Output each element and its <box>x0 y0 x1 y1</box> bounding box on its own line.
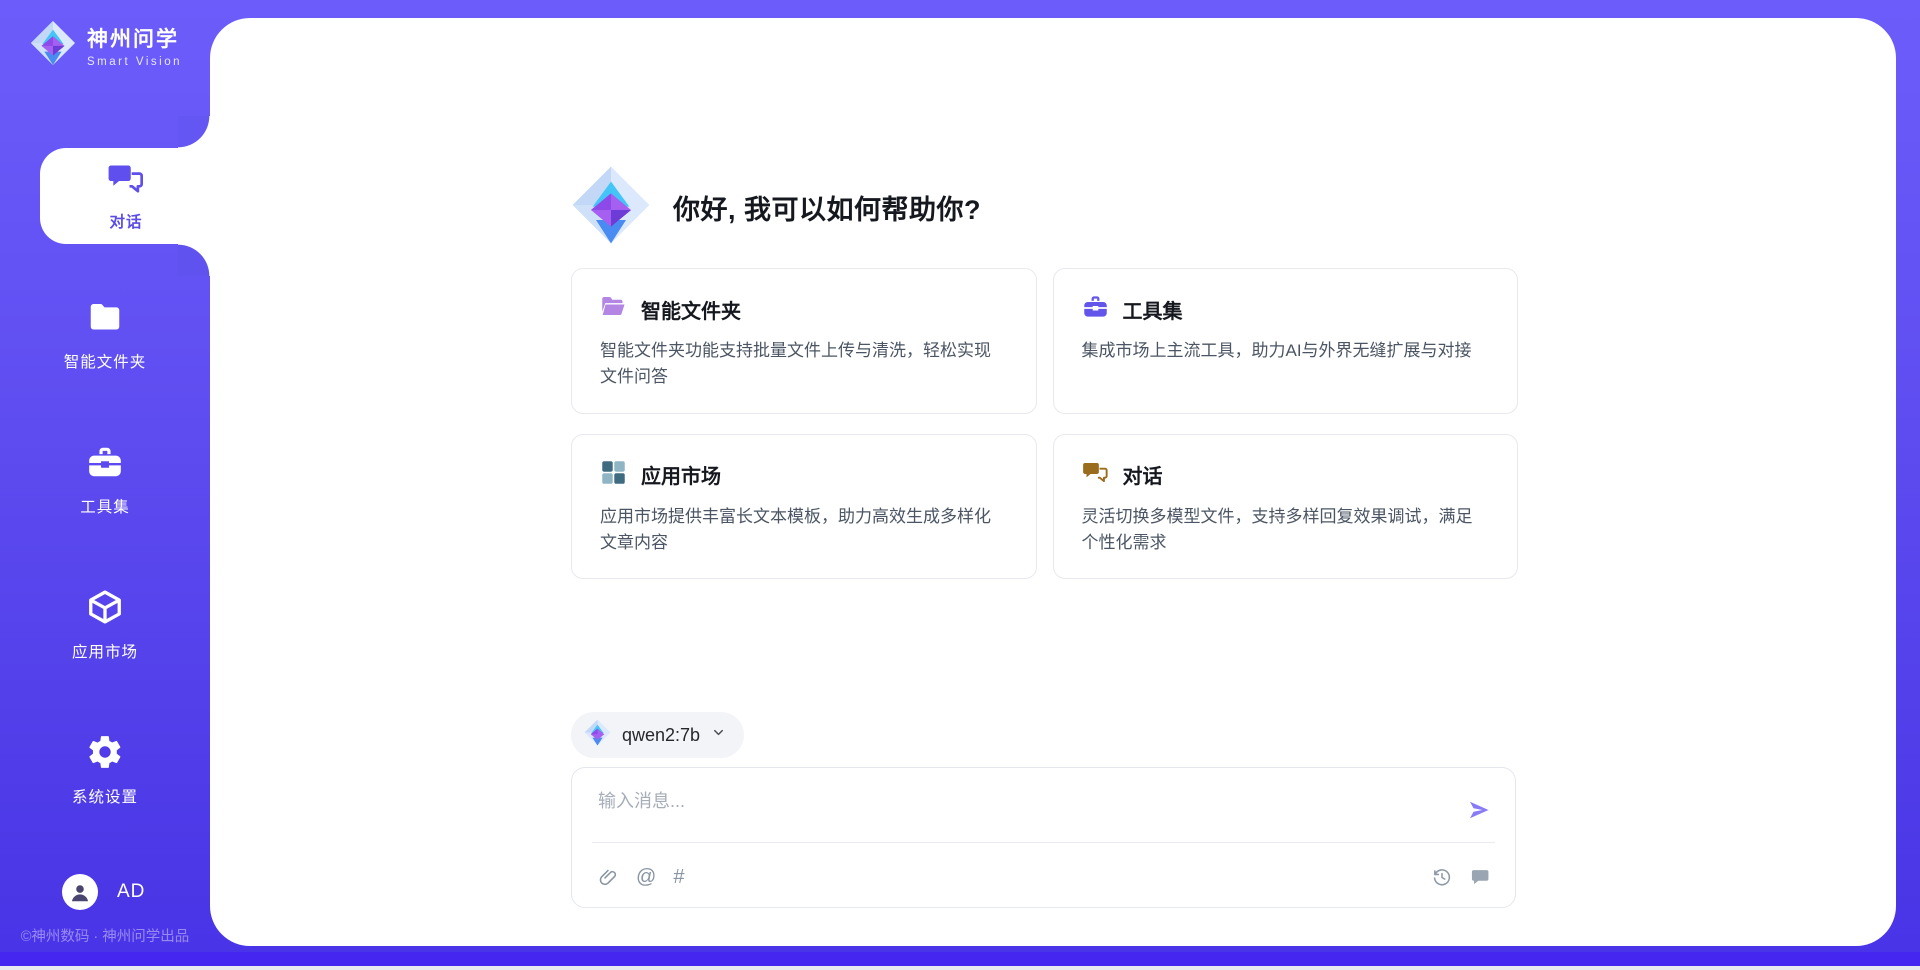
history-icon[interactable] <box>1431 866 1453 888</box>
comment-icon[interactable] <box>1469 866 1491 888</box>
card-smart-folder[interactable]: 智能文件夹 智能文件夹功能支持批量文件上传与清洗，轻松实现文件问答 <box>571 268 1037 414</box>
chevron-down-icon <box>711 725 726 745</box>
brand-name: 神州问学 <box>87 23 182 53</box>
brand-subtitle: Smart Vision <box>87 56 182 68</box>
app-window: 神州问学 Smart Vision 你好, 我可以如何帮助你? <box>0 0 1920 966</box>
card-chat[interactable]: 对话 灵活切换多模型文件，支持多样回复效果调试，满足个性化需求 <box>1053 434 1519 580</box>
greeting-text: 你好, 我可以如何帮助你? <box>673 188 981 227</box>
toolbox-icon <box>86 443 124 486</box>
user-initials: AD <box>117 881 145 903</box>
tab-curve-top <box>178 116 210 148</box>
grid-icon <box>600 459 627 491</box>
sidebar-item-toolset[interactable]: 工具集 <box>0 443 210 517</box>
avatar <box>62 874 98 910</box>
sidebar-item-label: 智能文件夹 <box>64 350 147 372</box>
tab-curve-bottom <box>178 244 210 276</box>
brand-logo-icon <box>571 165 651 250</box>
card-app-market[interactable]: 应用市场 应用市场提供丰富长文本模板，助力高效生成多样化文章内容 <box>571 434 1037 580</box>
card-title: 工具集 <box>1123 295 1183 324</box>
card-title: 对话 <box>1123 460 1163 489</box>
user-account[interactable]: AD <box>62 874 145 910</box>
folder-icon <box>86 298 124 341</box>
sidebar-item-chat[interactable]: 对话 <box>40 148 212 244</box>
sidebar-item-label: 系统设置 <box>72 785 138 807</box>
sidebar-item-app-market[interactable]: 应用市场 <box>0 588 210 662</box>
model-selector[interactable]: qwen2:7b <box>571 712 744 758</box>
sidebar-item-label: 对话 <box>109 210 142 232</box>
card-description: 集成市场上主流工具，助力AI与外界无缝扩展与对接 <box>1082 338 1490 364</box>
chat-bubbles-icon <box>1082 459 1109 491</box>
folder-open-icon <box>600 293 627 325</box>
cube-icon <box>86 588 124 631</box>
main-panel: 你好, 我可以如何帮助你? 智能文件夹 智能文件夹功能支持批量文件上传与清洗，轻… <box>210 18 1896 946</box>
feature-cards: 智能文件夹 智能文件夹功能支持批量文件上传与清洗，轻松实现文件问答 工具集 集 <box>571 268 1518 579</box>
card-toolset[interactable]: 工具集 集成市场上主流工具，助力AI与外界无缝扩展与对接 <box>1053 268 1519 414</box>
card-title: 智能文件夹 <box>641 295 741 324</box>
card-description: 应用市场提供丰富长文本模板，助力高效生成多样化文章内容 <box>600 504 1008 557</box>
card-description: 智能文件夹功能支持批量文件上传与清洗，轻松实现文件问答 <box>600 338 1008 391</box>
copyright-text: ©神州数码 · 神州问学出品 <box>0 925 210 946</box>
brand-logo-icon <box>584 719 611 751</box>
composer-divider <box>592 842 1495 843</box>
card-title: 应用市场 <box>641 460 721 489</box>
brand: 神州问学 Smart Vision <box>30 20 182 71</box>
hash-icon[interactable]: # <box>673 866 684 888</box>
sidebar-item-settings[interactable]: 系统设置 <box>0 733 210 807</box>
gear-icon <box>86 733 124 776</box>
toolbox-icon <box>1082 293 1109 325</box>
paperclip-icon[interactable] <box>598 867 619 888</box>
card-description: 灵活切换多模型文件，支持多样回复效果调试，满足个性化需求 <box>1082 504 1490 557</box>
chat-bubbles-icon <box>107 160 145 203</box>
message-input[interactable] <box>598 784 1438 818</box>
brand-logo-icon <box>30 20 76 71</box>
send-icon[interactable] <box>1467 798 1491 822</box>
at-icon[interactable]: @ <box>636 866 656 888</box>
model-name: qwen2:7b <box>622 725 700 746</box>
sidebar-item-label: 工具集 <box>80 495 130 517</box>
composer: @ # <box>571 767 1516 908</box>
sidebar-item-smart-folder[interactable]: 智能文件夹 <box>0 298 210 372</box>
sidebar-item-label: 应用市场 <box>72 640 138 662</box>
bottom-bar <box>0 952 1920 966</box>
greeting: 你好, 我可以如何帮助你? <box>571 165 981 250</box>
